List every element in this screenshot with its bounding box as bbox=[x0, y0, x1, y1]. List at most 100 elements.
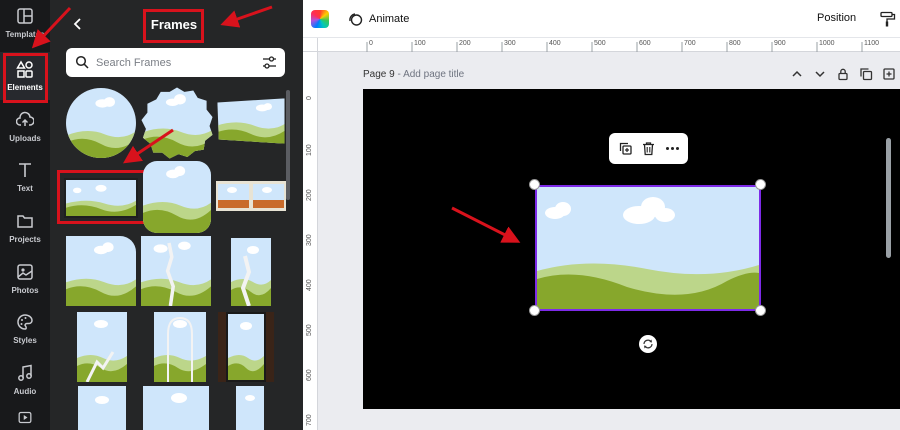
frames-panel: Frames bbox=[50, 0, 303, 430]
frame-portrait-bottom-1[interactable] bbox=[78, 386, 126, 430]
rail-label-uploads: Uploads bbox=[9, 134, 41, 143]
resize-handle-top-left[interactable] bbox=[529, 179, 540, 190]
frame-polaroid-torn[interactable] bbox=[77, 312, 127, 382]
landscape-image bbox=[77, 312, 127, 382]
landscape-image bbox=[66, 88, 136, 158]
canvas-scrollbar[interactable] bbox=[886, 138, 891, 258]
rotate-handle[interactable] bbox=[639, 335, 657, 353]
position-button[interactable]: Position bbox=[817, 12, 856, 24]
trash-icon[interactable] bbox=[641, 141, 656, 156]
frame-torn-small[interactable] bbox=[231, 238, 271, 306]
ruler-tick-label: 800 bbox=[729, 40, 741, 47]
duplicate-page-icon[interactable] bbox=[859, 67, 873, 81]
ruler-tick-label: 600 bbox=[639, 40, 651, 47]
ruler-tick-label: 0 bbox=[369, 40, 373, 47]
chevron-up-icon[interactable] bbox=[790, 67, 804, 81]
rail-item-uploads[interactable]: Uploads bbox=[0, 104, 50, 150]
rail-label-templates: Templates bbox=[5, 30, 45, 39]
selected-frame-element[interactable] bbox=[535, 185, 761, 311]
frame-rounded[interactable] bbox=[143, 161, 211, 233]
duplicate-icon[interactable] bbox=[618, 141, 633, 156]
ruler-tick-label: 200 bbox=[306, 189, 313, 201]
page-tools bbox=[790, 67, 896, 81]
ruler-tick-label: 200 bbox=[459, 40, 471, 47]
ruler-tick-label: 700 bbox=[306, 414, 313, 426]
horizontal-ruler: 0 100 200 300 400 500 600 700 800 900 10… bbox=[318, 38, 900, 52]
landscape-image bbox=[143, 161, 211, 233]
rail-item-photos[interactable]: Photos bbox=[0, 256, 50, 302]
search-icon bbox=[75, 55, 89, 69]
search-input[interactable] bbox=[96, 54, 246, 71]
animate-icon bbox=[349, 13, 363, 26]
text-icon bbox=[19, 163, 31, 177]
rail-item-projects[interactable]: Projects bbox=[0, 205, 50, 251]
frame-portrait-bottom-3[interactable] bbox=[236, 386, 264, 430]
landscape-image bbox=[217, 98, 285, 144]
ruler-ticks bbox=[366, 42, 863, 52]
audio-icon bbox=[18, 364, 32, 381]
add-page-icon[interactable] bbox=[882, 67, 896, 81]
ruler-tick-label: 700 bbox=[684, 40, 696, 47]
video-icon bbox=[18, 411, 32, 424]
frame-tilted[interactable] bbox=[216, 97, 286, 145]
annotation-box-title bbox=[143, 9, 204, 43]
resize-handle-bottom-right[interactable] bbox=[755, 305, 766, 316]
ruler-tick-label: 500 bbox=[306, 324, 313, 336]
rail-label-photos: Photos bbox=[11, 286, 39, 295]
search-bar[interactable] bbox=[66, 48, 285, 77]
landscape-image bbox=[154, 312, 206, 382]
ruler-corner bbox=[303, 38, 318, 52]
page-number: Page 9 bbox=[363, 69, 395, 80]
chevron-left-icon bbox=[73, 18, 81, 30]
frame-film-strip[interactable] bbox=[216, 181, 286, 211]
templates-icon bbox=[17, 8, 33, 24]
landscape-image bbox=[236, 386, 264, 430]
rail-item-styles[interactable]: Styles bbox=[0, 306, 50, 352]
rail-label-audio: Audio bbox=[13, 387, 37, 396]
landscape-image bbox=[231, 238, 271, 306]
back-button[interactable] bbox=[68, 14, 88, 34]
animate-button[interactable]: Animate bbox=[347, 9, 409, 29]
vertical-ruler: 0 100 200 300 400 500 600 700 bbox=[303, 52, 318, 430]
ruler-tick-label: 300 bbox=[306, 234, 313, 246]
lock-icon[interactable] bbox=[836, 67, 850, 81]
page-label: Page 9 - Add page title bbox=[363, 69, 464, 80]
frame-scalloped[interactable] bbox=[140, 86, 214, 160]
frame-circle[interactable] bbox=[66, 88, 136, 158]
color-picker-button[interactable] bbox=[311, 10, 329, 28]
chevron-down-icon[interactable] bbox=[813, 67, 827, 81]
photos-icon bbox=[17, 264, 33, 280]
ruler-tick-label: 100 bbox=[306, 144, 313, 156]
rail-item-video[interactable] bbox=[0, 410, 50, 430]
resize-handle-bottom-left[interactable] bbox=[529, 305, 540, 316]
more-options-icon[interactable] bbox=[665, 141, 680, 156]
rail-item-text[interactable]: Text bbox=[0, 154, 50, 200]
page-separator: - bbox=[397, 69, 401, 80]
rotate-icon bbox=[643, 339, 653, 349]
frame-portrait-bottom-2[interactable] bbox=[143, 386, 209, 430]
left-rail: Templates Elements Uploads Text Projects… bbox=[0, 0, 50, 430]
ruler-tick-label: 400 bbox=[306, 279, 313, 291]
frame-film-vertical[interactable] bbox=[218, 312, 274, 382]
rail-item-audio[interactable]: Audio bbox=[0, 357, 50, 403]
ruler-tick-label: 1000 bbox=[819, 40, 835, 47]
projects-icon bbox=[17, 215, 33, 228]
resize-handle-top-right[interactable] bbox=[755, 179, 766, 190]
frame-dropper[interactable] bbox=[154, 312, 206, 382]
frame-arch[interactable] bbox=[66, 236, 136, 306]
editor-toolbar: Animate Position bbox=[303, 0, 900, 38]
landscape-image bbox=[78, 386, 126, 430]
paint-roller-icon[interactable] bbox=[880, 11, 896, 27]
frame-torn-portrait[interactable] bbox=[141, 236, 211, 306]
rail-label-styles: Styles bbox=[13, 336, 37, 345]
landscape-image bbox=[143, 386, 209, 430]
rail-item-templates[interactable]: Templates bbox=[0, 0, 50, 46]
page-title-input[interactable]: Add page title bbox=[403, 69, 464, 80]
ruler-tick-label: 500 bbox=[594, 40, 606, 47]
ruler-tick-label: 1100 bbox=[864, 40, 880, 47]
filter-icon[interactable] bbox=[262, 55, 277, 70]
landscape-image bbox=[141, 87, 213, 159]
styles-icon bbox=[17, 314, 33, 330]
panel-scrollbar[interactable] bbox=[286, 90, 290, 200]
film-strip-image bbox=[218, 184, 284, 208]
